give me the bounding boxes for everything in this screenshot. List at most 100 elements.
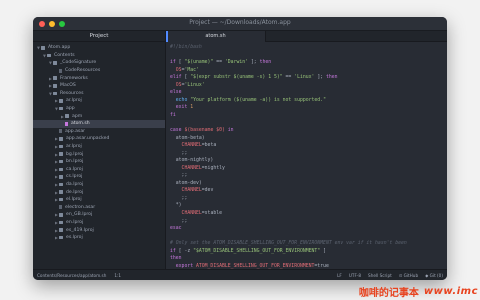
code-line: atom-beta): [170, 135, 447, 143]
tree-folder[interactable]: ▶ el.lproj: [33, 196, 165, 204]
code-editor[interactable]: #!/bin/bash if [ "$(uname)" == 'Darwin' ]…: [166, 44, 447, 269]
encoding[interactable]: UTF-8: [349, 273, 361, 278]
code-token: then: [259, 60, 272, 66]
code-line: OS='Linux': [170, 82, 447, 90]
folder-icon: [59, 220, 63, 225]
code-line: esac: [170, 225, 447, 233]
tree-item-label: Resources: [60, 90, 84, 96]
folder-icon: [65, 114, 69, 118]
code-token: atom-nightly): [170, 158, 214, 164]
tree-folder[interactable]: ▶ app.asar.unpacked: [33, 135, 165, 143]
folder-icon: [53, 61, 57, 65]
code-line: if [ -z "$ATOM_DISABLE_SHELLING_OUT_FOR_…: [170, 248, 447, 256]
workspace: Project ▼ Atom.app ▼ Contents ▼ _CodeSignatur…: [33, 31, 447, 269]
tree-folder[interactable]: ▶ da.lproj: [33, 181, 165, 189]
tree-folder[interactable]: ▶ en.lproj: [33, 219, 165, 227]
folder-icon: [59, 106, 63, 111]
file-path[interactable]: Contents/Resources/app/atom.sh: [37, 273, 106, 278]
tree-item-label: Contents: [54, 52, 75, 58]
code-token: in: [227, 128, 234, 134]
cursor-position[interactable]: 1:1: [114, 273, 121, 278]
code-line: else: [170, 89, 447, 97]
file-icon: [59, 129, 62, 134]
tree-folder[interactable]: ▼ Atom.app: [33, 44, 165, 52]
code-token: 'Linux': [294, 75, 315, 81]
grammar-selector[interactable]: Shell Script: [368, 273, 392, 278]
status-bar: Contents/Resources/app/atom.sh 1:1 LF UT…: [33, 269, 447, 280]
tree-item-label: da.lproj: [66, 181, 84, 187]
tree-folder[interactable]: ▼ _CodeSignature: [33, 59, 165, 67]
code-line: ;;: [170, 218, 447, 226]
code-line: CHANNEL=nightly: [170, 165, 447, 173]
tree-item-label: ar.lproj: [66, 98, 82, 104]
tree-item-label: app.asar.unpacked: [66, 136, 110, 142]
tree-folder[interactable]: ▶ ca.lproj: [33, 166, 165, 174]
code-token: then: [326, 75, 338, 81]
tree-item-label: en.lproj: [66, 219, 84, 225]
tree-file[interactable]: CodeResources: [33, 67, 165, 75]
code-line: echo "Your platform ($(uname -a)) is not…: [170, 97, 447, 105]
folder-icon: [53, 84, 57, 88]
atom-window: Project — ~/Downloads/Atom.app Project ▼…: [33, 17, 447, 280]
code-line: atom-dev): [170, 180, 447, 188]
code-token: CHANNEL: [170, 211, 202, 217]
code-line: ;;: [170, 195, 447, 203]
code-token: OS: [170, 67, 182, 73]
tab-bar: atom.sh: [166, 31, 447, 42]
tree-folder[interactable]: ▶ bn.lproj: [33, 158, 165, 166]
code-token: #!/bin/bash: [170, 45, 202, 50]
folder-icon: [59, 228, 63, 232]
tree-item-label: _CodeSignature: [60, 60, 97, 66]
code-token: 1: [187, 105, 194, 111]
title-bar: Project — ~/Downloads/Atom.app: [33, 17, 447, 31]
tree-item-label: cs.lproj: [66, 174, 83, 180]
code-token: case: [170, 128, 182, 134]
code-token: fi: [170, 112, 176, 118]
folder-icon: [53, 91, 57, 96]
folder-icon: [59, 182, 63, 187]
code-token: ==: [282, 75, 295, 81]
code-token: =dev: [201, 188, 214, 194]
tree-view-header[interactable]: Project: [33, 31, 165, 42]
tree-folder[interactable]: ▶ Frameworks: [33, 74, 165, 82]
watermark-url: www.imc: [423, 285, 478, 297]
tree-folder[interactable]: ▶ ar.lproj: [33, 97, 165, 105]
code-token: ==: [213, 60, 225, 66]
tree-folder[interactable]: ▶ MacOS: [33, 82, 165, 90]
tree-item-label: app: [66, 106, 75, 112]
tree-folder[interactable]: ▼ Contents: [33, 52, 165, 60]
tree-item-label: Atom.app: [48, 45, 71, 51]
line-ending[interactable]: LF: [337, 273, 342, 278]
tree-folder[interactable]: ▶ en_GB.lproj: [33, 211, 165, 219]
tree-item-label: apm: [72, 113, 83, 119]
code-token: echo: [170, 97, 188, 103]
tree-file[interactable]: atom.sh: [33, 119, 165, 128]
git-button[interactable]: ◆ Git (0): [425, 273, 443, 278]
code-token: esac: [170, 226, 182, 232]
code-token: then: [170, 256, 182, 262]
tree-folder[interactable]: ▼ app: [33, 105, 165, 113]
tab-atom-sh[interactable]: atom.sh: [166, 31, 266, 42]
tree-folder[interactable]: ▶ de.lproj: [33, 188, 165, 196]
code-token: "Your platform ($(uname -a)) is not supp…: [190, 97, 326, 103]
tree-file[interactable]: app.asar: [33, 128, 165, 136]
folder-icon: [59, 159, 63, 164]
code-line: ;;: [170, 172, 447, 180]
code-token: ;;: [170, 173, 188, 179]
code-token: 'Linux': [184, 82, 205, 88]
tree-folder[interactable]: ▶ es.lproj: [33, 234, 165, 242]
code-line: if [ "$(uname)" == 'Darwin' ]; then: [170, 59, 447, 67]
tree-folder[interactable]: ▶ es_419.lproj: [33, 226, 165, 234]
tree-folder[interactable]: ▶ bg.lproj: [33, 150, 165, 158]
tree-folder[interactable]: ▶ ar.lproj: [33, 143, 165, 151]
tree-file[interactable]: electron.asar: [33, 203, 165, 211]
watermark: 咖啡的记事本 www.imc: [359, 282, 478, 300]
tree-folder[interactable]: ▶ cs.lproj: [33, 173, 165, 181]
github-button[interactable]: ⊙ GitHub: [399, 273, 418, 278]
git-label: Git (0): [429, 272, 443, 278]
code-line: ;;: [170, 150, 447, 158]
tree-item-label: bn.lproj: [66, 159, 84, 165]
tree-folder[interactable]: ▶ apm: [33, 112, 165, 120]
tree-folder[interactable]: ▼ Resources: [33, 90, 165, 98]
